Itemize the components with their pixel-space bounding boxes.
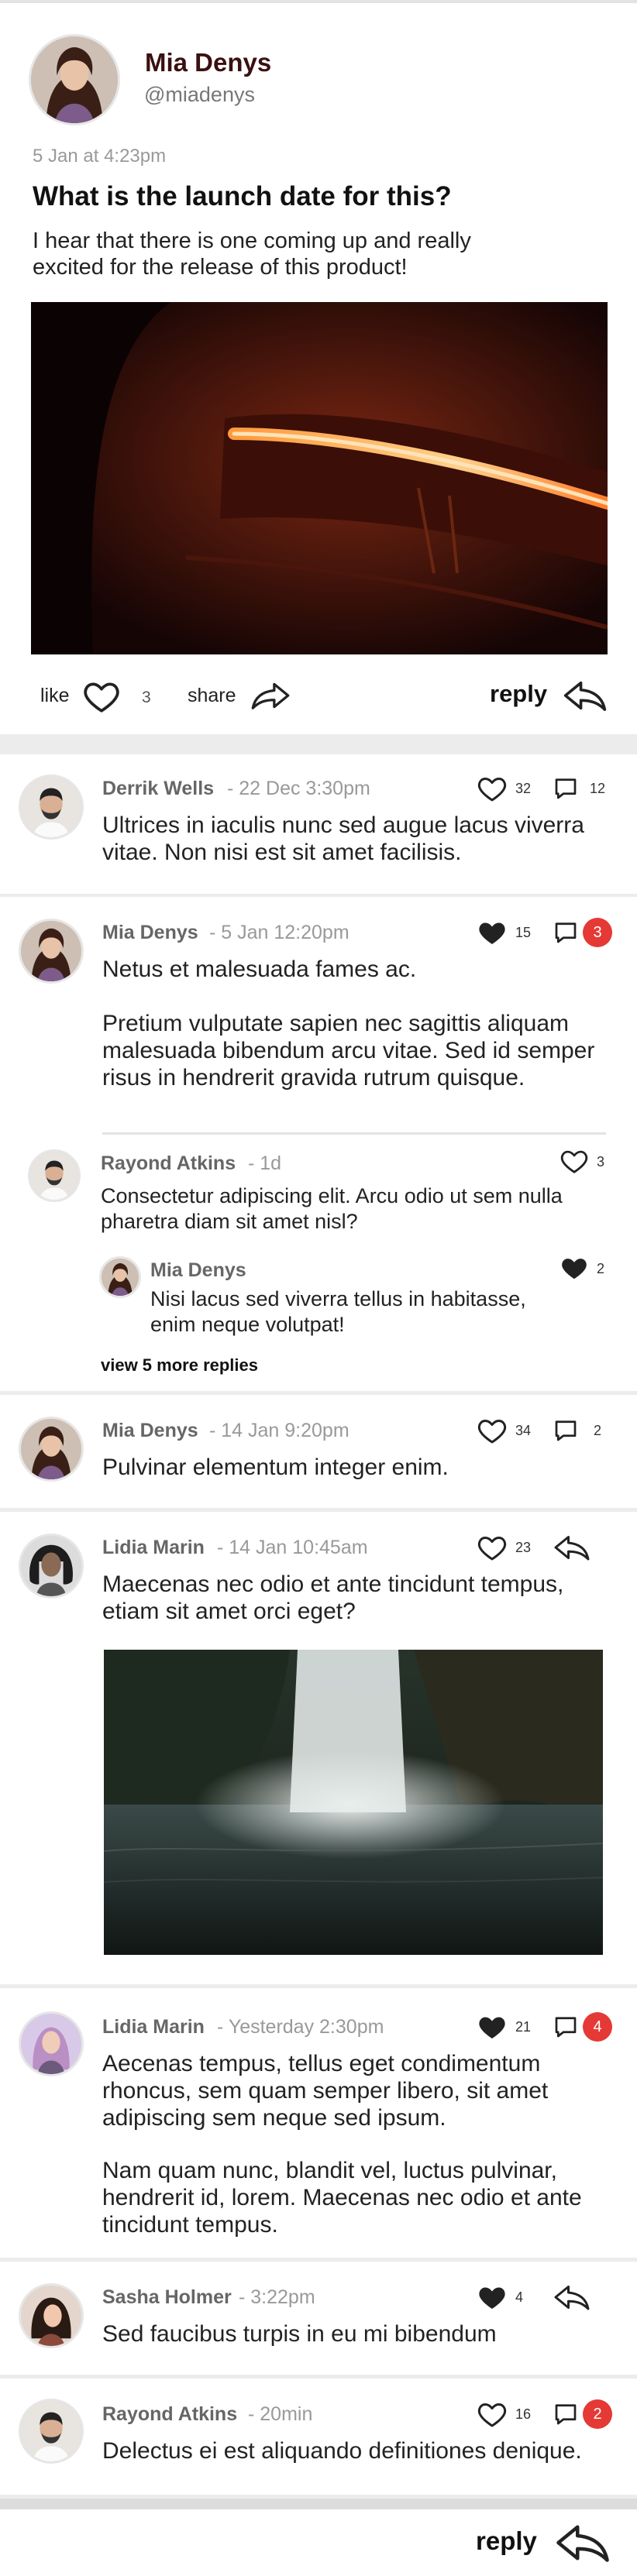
- comment-image[interactable]: [104, 1650, 603, 1955]
- nested-reply-author[interactable]: Mia Denys: [150, 1259, 246, 1282]
- commenter-name[interactable]: Derrik Wells: [102, 778, 214, 800]
- comment-card: Mia Denys - 14 Jan 9:20pm 34 2 Pulvinar …: [0, 1395, 637, 1508]
- heart-outline-icon[interactable]: [477, 1532, 508, 1563]
- commenter-avatar[interactable]: [19, 2283, 84, 2348]
- reply-icon[interactable]: [553, 1534, 591, 1561]
- reply-author[interactable]: Rayond Atkins: [101, 1152, 236, 1175]
- reply-button[interactable]: reply: [490, 680, 547, 708]
- comment-bubble-icon[interactable]: [552, 775, 580, 802]
- footer-reply-bar: reply: [0, 2509, 637, 2576]
- view-more-replies-link[interactable]: view 5 more replies: [101, 1355, 258, 1376]
- heart-outline-icon[interactable]: [560, 1146, 589, 1176]
- heart-filled-icon[interactable]: [477, 917, 508, 948]
- commenter-avatar[interactable]: [19, 2011, 84, 2076]
- reply-count-badge[interactable]: 4: [583, 2012, 612, 2042]
- comment-bubble-icon[interactable]: [552, 919, 580, 946]
- post-timestamp: 5 Jan at 4:23pm: [33, 146, 167, 167]
- comment-bubble-icon[interactable]: [552, 2013, 580, 2041]
- comment-time: - 5 Jan 12:20pm: [209, 922, 349, 943]
- like-label: like: [40, 685, 70, 706]
- post-body: I hear that there is one coming up and r…: [33, 228, 471, 280]
- comment-time: - Yesterday 2:30pm: [217, 2016, 384, 2038]
- commenter-name[interactable]: Mia Denys: [102, 1420, 198, 1442]
- like-count: 34: [515, 1423, 532, 1438]
- waterfall-image: [104, 1650, 603, 1955]
- nested-reply-avatar[interactable]: [99, 1256, 141, 1298]
- reply-body: Consectetur adipiscing elit. Arcu odio u…: [101, 1184, 563, 1233]
- heart-filled-icon[interactable]: [560, 1253, 589, 1283]
- comment-card: Derrik Wells - 22 Dec 3:30pm 32 12 Ultri…: [0, 754, 637, 894]
- commenter-name[interactable]: Lidia Marin: [102, 1537, 205, 1559]
- like-count: 3: [597, 1154, 605, 1170]
- share-button[interactable]: share: [188, 685, 236, 707]
- nested-reply-body: Nisi lacus sed viverra tellus in habitas…: [150, 1287, 526, 1336]
- reply-avatar[interactable]: [28, 1149, 81, 1202]
- reply-time: - 1d: [248, 1152, 282, 1174]
- commenter-name[interactable]: Lidia Marin: [102, 2016, 205, 2038]
- commenter-avatar[interactable]: [19, 775, 84, 840]
- commenter-avatar[interactable]: [19, 919, 84, 984]
- comment-time: - 14 Jan 9:20pm: [209, 1420, 349, 1441]
- thread-divider: [102, 1132, 606, 1135]
- car-headlight-image: [31, 302, 608, 654]
- commenter-avatar[interactable]: [19, 2399, 84, 2464]
- footer-bar-separator: [0, 2499, 637, 2509]
- heart-outline-icon[interactable]: [82, 677, 121, 716]
- reply-count: 12: [590, 781, 606, 796]
- comment-time: - 20min: [248, 2403, 313, 2425]
- comment-body: Sed faucibus turpis in eu mi bibendum: [102, 2321, 497, 2347]
- share-icon[interactable]: [250, 678, 291, 713]
- reply-count: 2: [594, 1423, 602, 1438]
- footer-reply-button[interactable]: reply: [476, 2526, 537, 2556]
- comment-body: Pulvinar elementum integer enim.: [102, 1455, 449, 1480]
- like-count: 4: [515, 2289, 524, 2305]
- comment-card: Sasha Holmer - 3:22pm 4 Sed faucibus tur…: [0, 2262, 637, 2375]
- author-name[interactable]: Mia Denys: [145, 48, 271, 77]
- like-button[interactable]: like: [40, 685, 70, 707]
- main-post-card: Mia Denys @miadenys 5 Jan at 4:23pm What…: [0, 0, 637, 734]
- heart-outline-icon[interactable]: [477, 1415, 508, 1446]
- comment-bubble-icon[interactable]: [552, 1417, 580, 1444]
- commenter-name[interactable]: Mia Denys: [102, 922, 198, 944]
- commenter-avatar[interactable]: [19, 1417, 84, 1482]
- comment-card: Lidia Marin - Yesterday 2:30pm 21 4 Aece…: [0, 1988, 637, 2258]
- comment-body: Ultrices in iaculis nunc sed augue lacus…: [102, 812, 584, 865]
- author-handle[interactable]: @miadenys: [144, 83, 255, 107]
- comment-time: - 22 Dec 3:30pm: [227, 778, 370, 799]
- like-count: 32: [515, 781, 532, 796]
- comment-card: Mia Denys - 5 Jan 12:20pm 15 3 Netus et …: [0, 897, 637, 1391]
- comment-card: Lidia Marin - 14 Jan 10:45am 23 Maecenas…: [0, 1512, 637, 1984]
- heart-outline-icon[interactable]: [477, 2399, 508, 2430]
- comment-body: Delectus ei est aliquando definitiones d…: [102, 2438, 582, 2464]
- like-count: 16: [515, 2406, 532, 2422]
- comment-time: - 14 Jan 10:45am: [217, 1537, 368, 1558]
- like-count: 15: [515, 925, 532, 940]
- author-avatar[interactable]: [29, 34, 120, 125]
- post-title: What is the launch date for this?: [33, 181, 452, 211]
- heart-filled-icon[interactable]: [477, 2011, 508, 2042]
- comment-body: Netus et malesuada fames ac.: [102, 957, 417, 982]
- reply-icon[interactable]: [563, 678, 608, 713]
- comment-bubble-icon[interactable]: [552, 2400, 580, 2428]
- reply-count-badge[interactable]: 3: [583, 918, 612, 947]
- like-count: 21: [515, 2019, 532, 2035]
- comment-card: Rayond Atkins - 20min 16 2 Delectus ei e…: [0, 2379, 637, 2495]
- commenter-avatar[interactable]: [19, 1534, 84, 1599]
- comment-body-paragraph: Nam quam nunc, blandit vel, luctus pulvi…: [102, 2158, 582, 2238]
- heart-filled-icon[interactable]: [477, 2282, 508, 2313]
- comment-body: Maecenas nec odio et ante tincidunt temp…: [102, 1571, 564, 1624]
- reply-icon[interactable]: [555, 2522, 611, 2564]
- heart-outline-icon[interactable]: [477, 773, 508, 804]
- commenter-name[interactable]: Sasha Holmer: [102, 2286, 232, 2309]
- comment-body-paragraph: Pretium vulputate sapien nec sagittis al…: [102, 1011, 595, 1091]
- post-image[interactable]: [31, 302, 608, 654]
- like-count: 23: [515, 1540, 532, 1555]
- comment-body: Aecenas tempus, tellus eget condimentum …: [102, 2051, 549, 2131]
- reply-icon[interactable]: [553, 2283, 591, 2311]
- like-count: 2: [597, 1261, 605, 1276]
- reply-count-badge[interactable]: 2: [583, 2399, 612, 2429]
- like-count: 3: [142, 689, 151, 706]
- commenter-name[interactable]: Rayond Atkins: [102, 2403, 237, 2426]
- comment-time: - 3:22pm: [239, 2286, 315, 2308]
